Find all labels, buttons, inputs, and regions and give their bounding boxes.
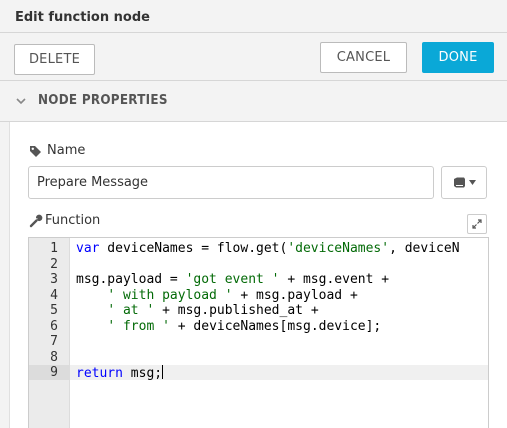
text-cursor — [162, 365, 164, 379]
code-text: ' at ' + msg.published_at + — [76, 303, 319, 318]
book-icon — [453, 177, 465, 188]
delete-button[interactable]: DELETE — [14, 44, 95, 75]
code-token: + msg.published_at + — [154, 303, 319, 318]
done-button[interactable]: DONE — [422, 42, 494, 73]
function-code-editor[interactable]: 1 var deviceNames = flow.get('deviceNames… — [28, 237, 489, 428]
code-token: + deviceNames[msg.device]; — [169, 318, 382, 334]
caret-down-icon — [468, 180, 476, 185]
code-text: var deviceNames = flow.get('deviceNames'… — [76, 241, 460, 256]
line-number: 2 — [50, 256, 58, 272]
code-string: 'got event ' — [185, 272, 280, 287]
code-line[interactable]: 4 ' with payload ' + msg.payload + — [29, 287, 488, 303]
function-label: Function — [45, 213, 101, 228]
code-line[interactable]: 5 ' at ' + msg.published_at + — [29, 303, 488, 318]
line-number: 5 — [50, 303, 58, 318]
code-token: + msg.event + — [279, 272, 390, 287]
name-label: Name — [47, 143, 86, 158]
expand-editor-button[interactable] — [467, 214, 487, 234]
line-number: 9 — [29, 365, 70, 380]
code-string: 'deviceNames' — [287, 241, 390, 256]
code-keyword: return — [76, 366, 123, 381]
code-token: deviceNames = flow.get( — [99, 241, 288, 256]
wrench-icon — [29, 214, 43, 228]
code-keyword: var — [76, 241, 100, 256]
dialog-toolbar: DELETE CANCEL DONE — [0, 33, 507, 81]
code-line[interactable]: 8 — [29, 349, 488, 365]
code-line[interactable]: 3 msg.payload = 'got event ' + msg.event … — [29, 272, 488, 287]
expand-icon — [472, 219, 482, 229]
chevron-down-icon — [16, 98, 26, 105]
code-line[interactable]: 9 return msg; — [29, 365, 488, 381]
code-string: ' with payload ' — [107, 287, 233, 303]
name-input[interactable] — [28, 166, 434, 199]
section-title: NODE PROPERTIES — [38, 93, 168, 108]
code-text: return msg; — [76, 365, 164, 381]
code-token: + msg.payload + — [232, 287, 358, 303]
code-string: ' at ' — [107, 303, 155, 318]
code-line[interactable]: 2 — [29, 256, 488, 272]
code-string: ' from ' — [107, 318, 170, 334]
line-number: 4 — [50, 287, 58, 303]
library-button[interactable] — [441, 166, 487, 199]
line-number: 7 — [50, 334, 58, 349]
line-number: 6 — [50, 318, 58, 334]
code-token: msg; — [122, 366, 163, 381]
code-line[interactable]: 6 ' from ' + deviceNames[msg.device]; — [29, 318, 488, 334]
code-text: ' with payload ' + msg.payload + — [76, 287, 358, 303]
code-token: , deviceN — [389, 241, 460, 256]
code-text: ' from ' + deviceNames[msg.device]; — [76, 319, 381, 334]
line-number: 8 — [50, 349, 58, 365]
code-line[interactable]: 7 — [29, 334, 488, 349]
dialog-title: Edit function node — [0, 0, 507, 33]
line-number: 1 — [50, 241, 58, 256]
node-properties-header[interactable]: NODE PROPERTIES — [0, 81, 507, 122]
line-number: 3 — [50, 272, 58, 287]
tag-icon — [30, 146, 41, 157]
code-token: msg.payload = — [76, 272, 186, 287]
cancel-button[interactable]: CANCEL — [320, 42, 407, 73]
panel-left-edge — [0, 122, 10, 428]
code-line[interactable]: 1 var deviceNames = flow.get('deviceNames… — [29, 241, 488, 256]
code-text: msg.payload = 'got event ' + msg.event + — [76, 272, 389, 287]
